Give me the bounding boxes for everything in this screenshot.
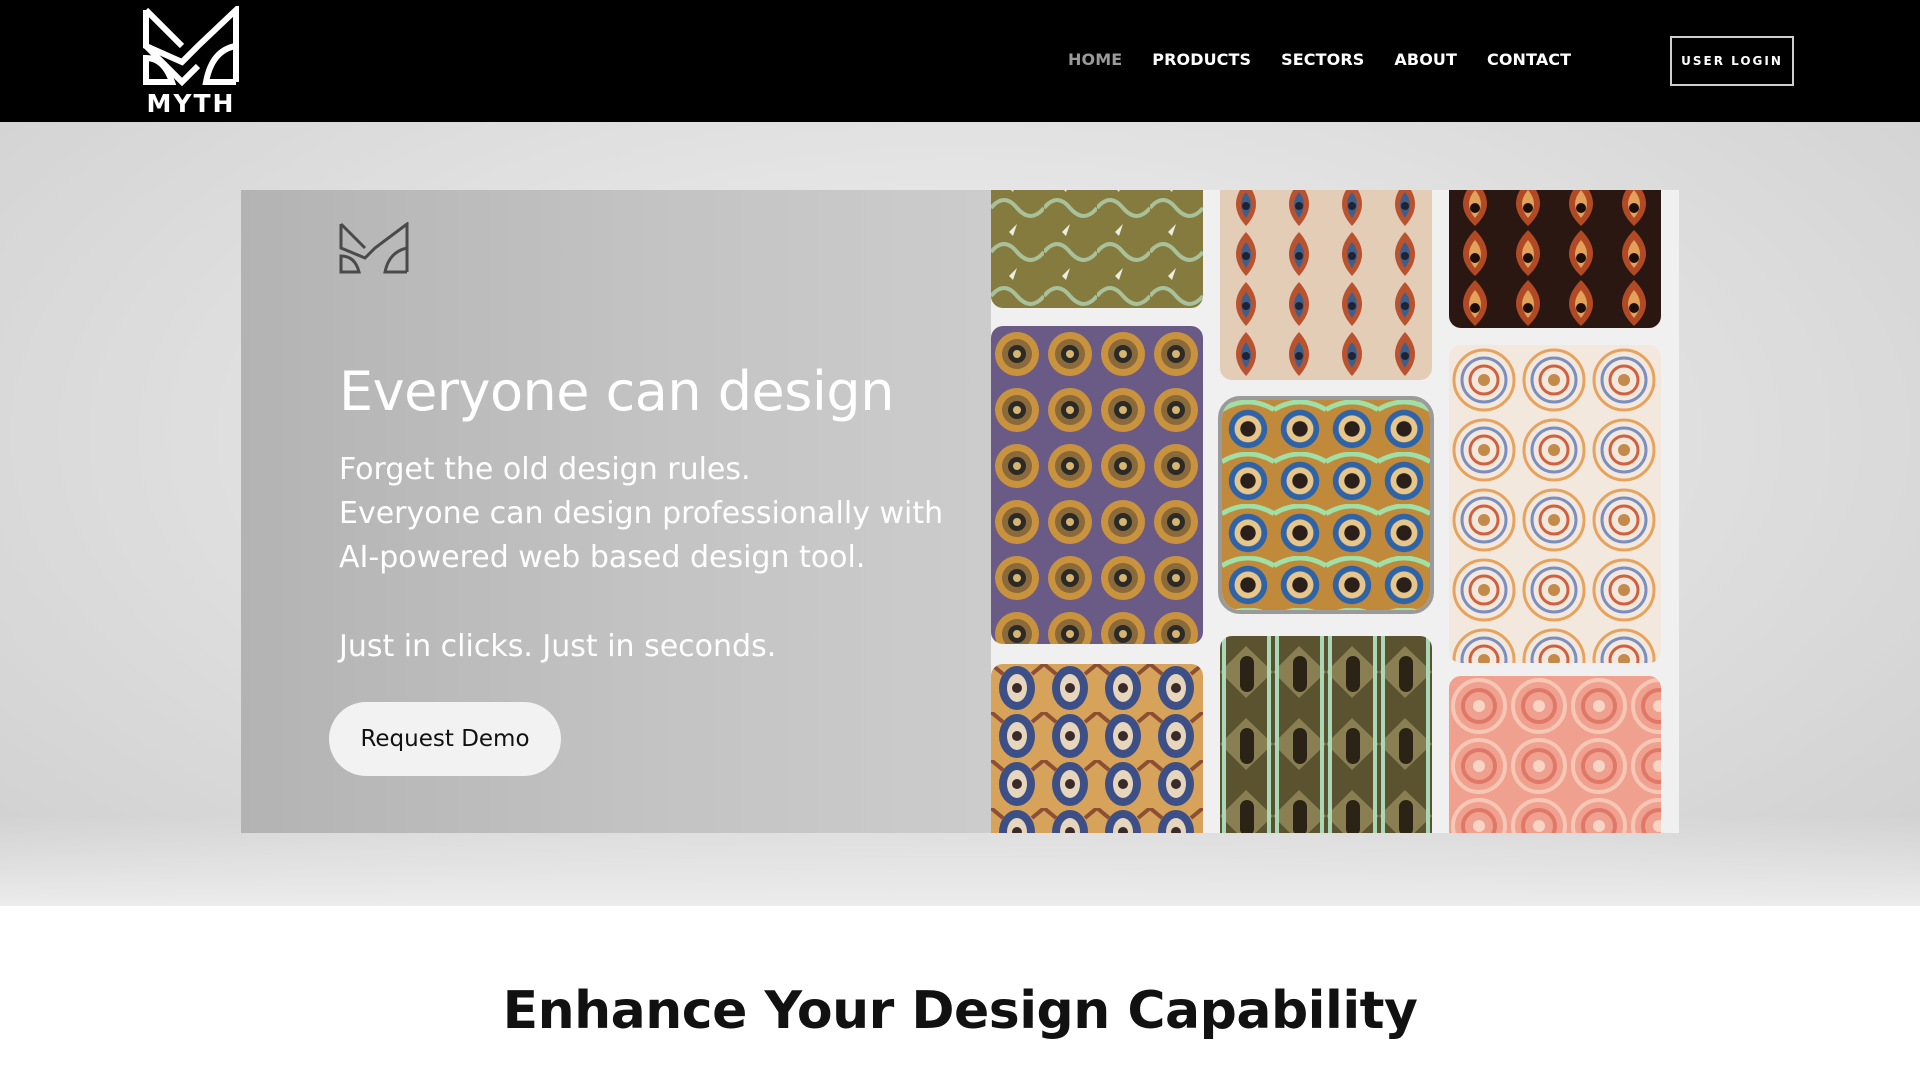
request-demo-button[interactable]: Request Demo (329, 702, 561, 776)
pattern-tile-swirl-light (1449, 345, 1661, 663)
pattern-tile-flame-dark (1449, 190, 1661, 328)
myth-mark-icon (339, 222, 409, 274)
hero-line: AI-powered web based design tool. (339, 540, 866, 575)
hero-banner: Everyone can design Forget the old desig… (241, 190, 1679, 833)
hero-description: Forget the old design rules. Everyone ca… (339, 448, 999, 580)
hero-line: Forget the old design rules. (339, 452, 751, 487)
pattern-tile-coral-swirl (1449, 676, 1661, 833)
nav-sectors[interactable]: SECTORS (1281, 48, 1364, 72)
pattern-tile-purple-circles (991, 326, 1203, 644)
myth-logo-icon (143, 6, 239, 86)
section-title: Enhance Your Design Capability (502, 981, 1418, 1041)
hero-text-panel: Everyone can design Forget the old desig… (241, 190, 991, 833)
nav-home[interactable]: HOME (1068, 48, 1122, 72)
hero-tagline: Just in clicks. Just in seconds. (339, 629, 777, 664)
pattern-tile-multicolor-ikat (991, 664, 1203, 833)
pattern-tile-blue-teardrops (1218, 396, 1434, 614)
brand-name: MYTH (146, 89, 236, 118)
pattern-tile-olive-stripes (1220, 636, 1432, 833)
hero-title: Everyone can design (339, 360, 894, 423)
main-nav: HOME PRODUCTS SECTORS ABOUT CONTACT (1068, 48, 1571, 72)
brand-logo[interactable]: MYTH (139, 6, 243, 118)
nav-products[interactable]: PRODUCTS (1152, 48, 1251, 72)
pattern-tile-peacock-red (1220, 190, 1432, 380)
pattern-tile-olive-waves (991, 190, 1203, 308)
hero-line: Everyone can design professionally with (339, 496, 944, 531)
site-header: MYTH HOME PRODUCTS SECTORS ABOUT CONTACT… (0, 0, 1920, 122)
nav-about[interactable]: ABOUT (1394, 48, 1457, 72)
user-login-button[interactable]: USER LOGIN (1670, 36, 1794, 86)
pattern-gallery (991, 190, 1679, 833)
nav-contact[interactable]: CONTACT (1487, 48, 1571, 72)
